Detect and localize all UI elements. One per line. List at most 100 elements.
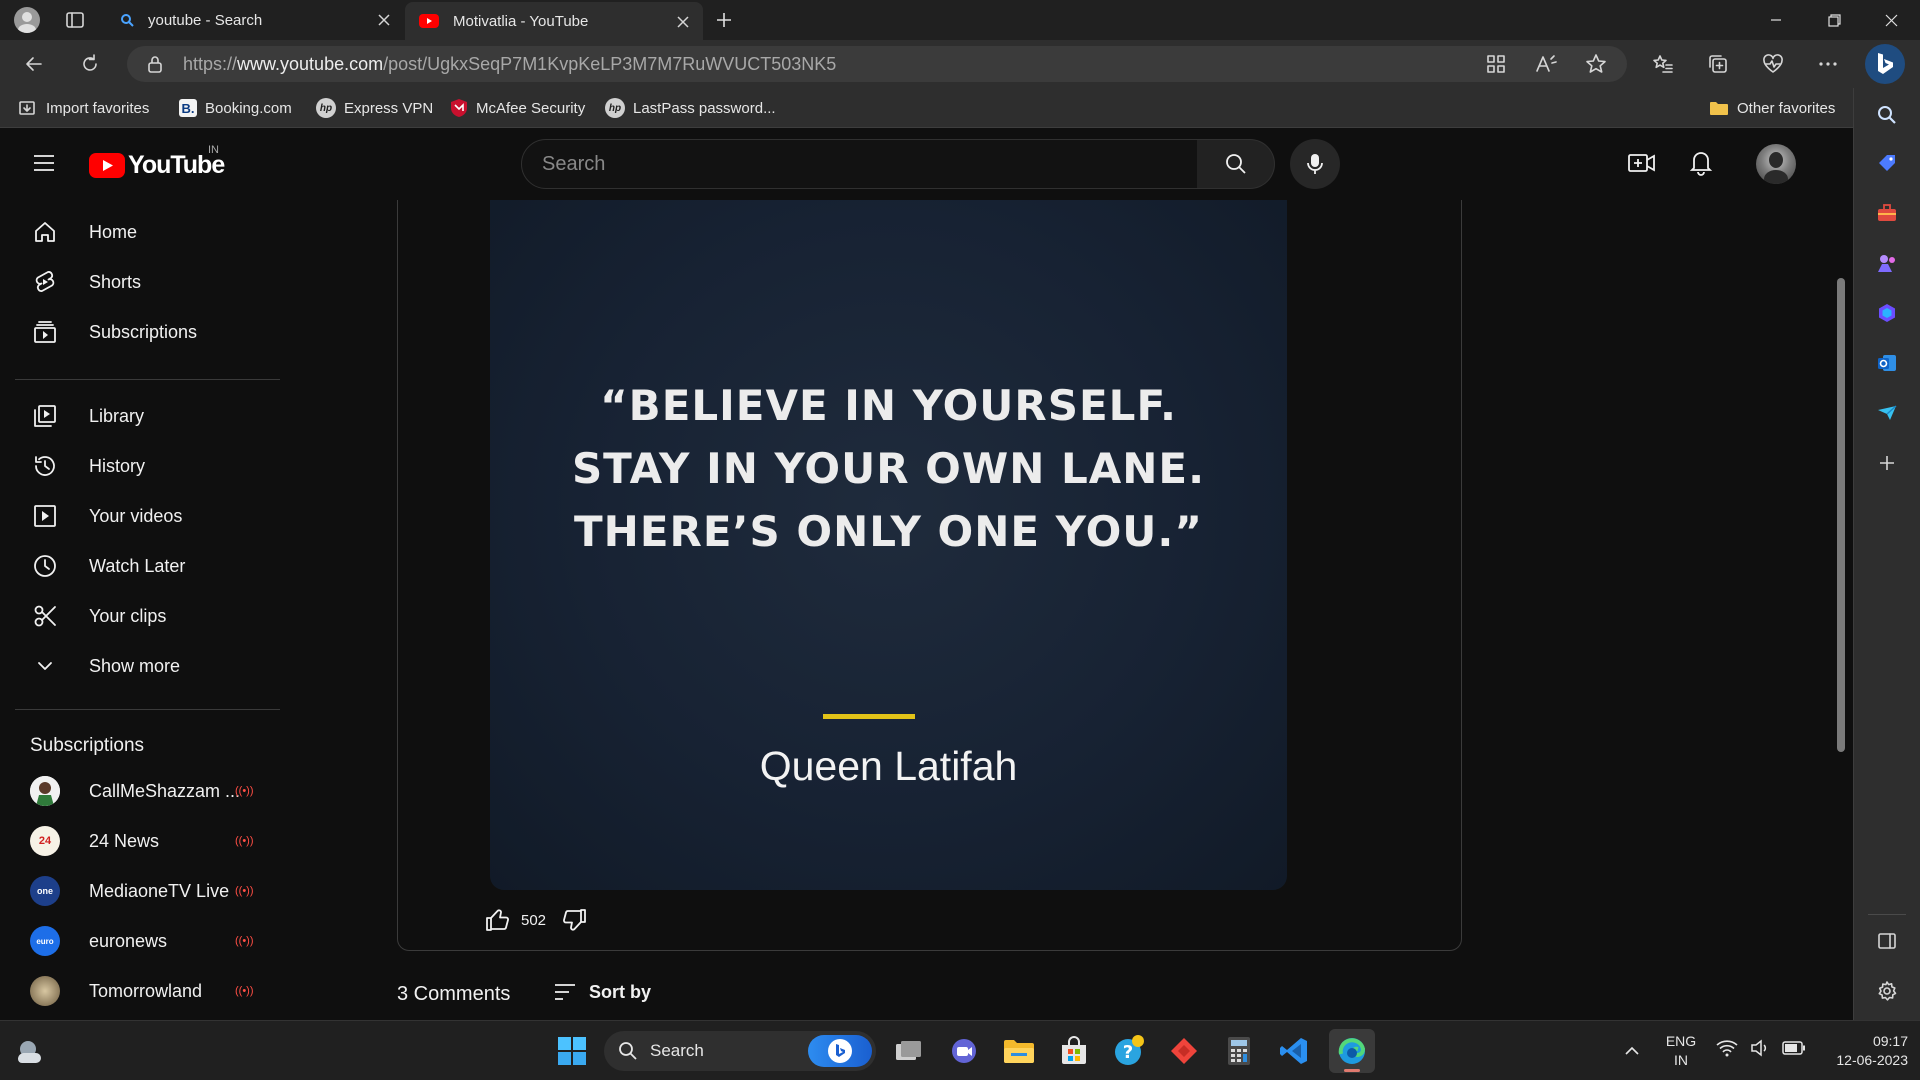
- account-avatar[interactable]: [1756, 144, 1796, 184]
- nav-your-clips[interactable]: Your clips: [15, 592, 277, 640]
- create-video-button[interactable]: [1627, 150, 1657, 176]
- quote-line: “BELIEVE IN YOURSELF.: [600, 381, 1177, 430]
- refresh-button[interactable]: [76, 50, 104, 78]
- anydesk-icon[interactable]: [1164, 1031, 1204, 1071]
- clock[interactable]: 09:17 12-06-2023: [1808, 1032, 1908, 1070]
- nav-subscriptions[interactable]: Subscriptions: [15, 308, 277, 356]
- nav-home[interactable]: Home: [15, 208, 277, 256]
- profile-icon[interactable]: [14, 7, 40, 33]
- url-prefix: https://: [183, 53, 238, 74]
- favorites-icon[interactable]: [1649, 50, 1677, 78]
- restore-button[interactable]: [1805, 0, 1863, 40]
- youtube-logo[interactable]: YouTube IN: [89, 144, 225, 180]
- drop-icon[interactable]: [1874, 400, 1900, 426]
- import-favorites-link[interactable]: Import favorites: [18, 88, 149, 128]
- dislike-button[interactable]: [561, 908, 587, 932]
- minimize-button[interactable]: [1747, 0, 1805, 40]
- more-options-icon[interactable]: [1814, 50, 1842, 78]
- post-image[interactable]: “BELIEVE IN YOURSELF. STAY IN YOUR OWN L…: [490, 200, 1287, 890]
- workspaces-icon[interactable]: [64, 9, 86, 31]
- quote-author: Queen Latifah: [759, 743, 1018, 789]
- favorite-star-icon[interactable]: [1582, 50, 1610, 78]
- task-view-icon[interactable]: [889, 1031, 929, 1071]
- subscription-item[interactable]: Tomorrowland ((•)): [15, 967, 277, 1015]
- lastpass-link[interactable]: hp LastPass password...: [605, 88, 776, 128]
- other-favorites-folder[interactable]: Other favorites: [1709, 88, 1835, 128]
- like-count: 502: [521, 911, 547, 929]
- nav-show-more[interactable]: Show more: [15, 642, 277, 690]
- subscription-item[interactable]: 24 24 News ((•)): [15, 817, 277, 865]
- read-aloud-icon[interactable]: [1532, 50, 1560, 78]
- calculator-icon[interactable]: [1219, 1031, 1259, 1071]
- comments-count: 3 Comments: [397, 983, 511, 1005]
- hp-icon: hp: [316, 98, 336, 118]
- system-tray[interactable]: [1716, 1039, 1806, 1057]
- microphone-icon: [1307, 154, 1323, 174]
- mcafee-link[interactable]: McAfee Security: [450, 88, 585, 128]
- close-tab-icon[interactable]: [374, 10, 394, 30]
- sort-by-button[interactable]: Sort by: [553, 981, 651, 1003]
- weather-icon[interactable]: [10, 1031, 50, 1071]
- windows-start-icon[interactable]: [552, 1031, 592, 1071]
- settings-gear-icon[interactable]: [1874, 978, 1900, 1004]
- channel-name: 24 News: [89, 830, 160, 851]
- back-button[interactable]: [20, 50, 48, 78]
- new-tab-button[interactable]: [712, 8, 736, 32]
- search-icon: [120, 13, 134, 27]
- bing-copilot-button[interactable]: [1865, 44, 1905, 84]
- teams-chat-icon[interactable]: [944, 1031, 984, 1071]
- subscription-item[interactable]: CallMeShazzam ... ((•)): [15, 767, 277, 815]
- chevron-up-icon[interactable]: [1612, 1031, 1652, 1071]
- close-window-button[interactable]: [1862, 0, 1920, 40]
- express-vpn-link[interactable]: hp Express VPN: [316, 88, 433, 128]
- add-icon[interactable]: [1874, 450, 1900, 476]
- subscription-item[interactable]: one MediaoneTV Live ((•)): [15, 867, 277, 915]
- search-button[interactable]: [1197, 139, 1275, 189]
- tab-youtube-search[interactable]: youtube - Search: [106, 0, 404, 40]
- tools-icon[interactable]: [1874, 200, 1900, 226]
- language-indicator[interactable]: ENG IN: [1658, 1032, 1704, 1070]
- microsoft-365-icon[interactable]: [1874, 300, 1900, 326]
- browser-tab-bar: youtube - Search Motivatlia - YouTube: [0, 0, 1920, 40]
- search-icon[interactable]: [1874, 102, 1900, 128]
- vscode-icon[interactable]: [1274, 1031, 1314, 1071]
- help-app-icon[interactable]: ?: [1109, 1031, 1149, 1071]
- collections-icon[interactable]: [1704, 50, 1732, 78]
- like-button[interactable]: 502: [485, 908, 546, 932]
- quote-text: “BELIEVE IN YOURSELF. STAY IN YOUR OWN L…: [490, 374, 1287, 563]
- library-icon: [15, 403, 75, 429]
- booking-icon: B.: [179, 99, 197, 117]
- nav-watch-later[interactable]: Watch Later: [15, 542, 277, 590]
- games-icon[interactable]: [1874, 250, 1900, 276]
- notifications-button[interactable]: [1688, 148, 1714, 176]
- channel-avatar: 24: [30, 826, 60, 856]
- nav-history[interactable]: History: [15, 442, 277, 490]
- browser-essentials-icon[interactable]: [1759, 50, 1787, 78]
- tab-motivatlia-youtube[interactable]: Motivatlia - YouTube: [405, 2, 703, 40]
- shopping-icon[interactable]: [1874, 150, 1900, 176]
- subscription-item[interactable]: euro euronews ((•)): [15, 917, 277, 965]
- nav-shorts[interactable]: Shorts: [15, 258, 277, 306]
- booking-link[interactable]: B. Booking.com: [179, 88, 292, 128]
- taskbar-search[interactable]: Search: [604, 1031, 876, 1071]
- close-tab-icon[interactable]: [673, 12, 693, 32]
- hide-sidebar-icon[interactable]: [1874, 928, 1900, 954]
- quote-line: THERE’S ONLY ONE YOU.”: [574, 507, 1203, 556]
- outlook-icon[interactable]: [1874, 350, 1900, 376]
- search-input[interactable]: Search: [521, 139, 1198, 189]
- file-explorer-icon[interactable]: [999, 1031, 1039, 1071]
- live-indicator-icon: ((•)): [235, 985, 254, 997]
- menu-hamburger-icon[interactable]: [32, 151, 56, 175]
- edge-browser-icon[interactable]: [1329, 1029, 1375, 1073]
- voice-search-button[interactable]: [1290, 139, 1340, 189]
- search-icon: [1225, 154, 1246, 174]
- chevron-down-icon: [15, 653, 75, 679]
- page-scrollbar[interactable]: [1837, 278, 1845, 752]
- svg-text:?: ?: [1123, 1042, 1133, 1063]
- address-bar[interactable]: https://www.youtube.com/post/UgkxSeqP7M1…: [127, 46, 1627, 82]
- microsoft-store-icon[interactable]: [1054, 1031, 1094, 1071]
- sort-icon: [555, 984, 575, 1000]
- nav-library[interactable]: Library: [15, 392, 277, 440]
- nav-your-videos[interactable]: Your videos: [15, 492, 277, 540]
- app-available-icon[interactable]: [1482, 50, 1510, 78]
